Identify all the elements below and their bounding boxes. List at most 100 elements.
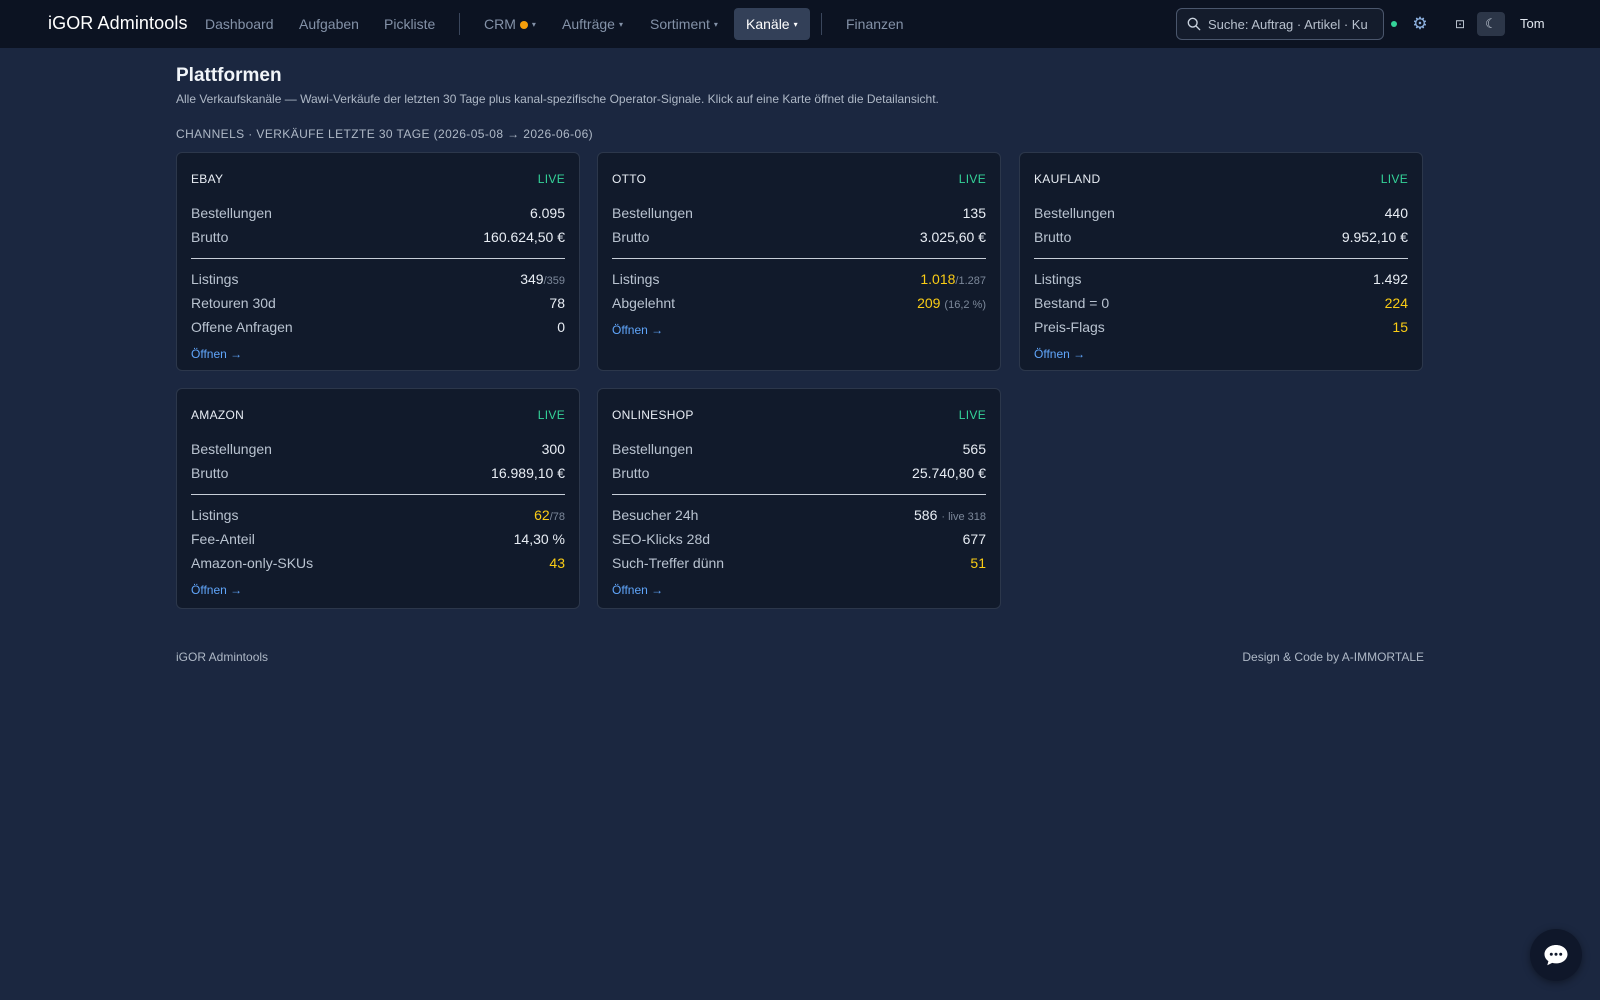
metric-label: Listings (612, 271, 660, 287)
channel-card-amazon[interactable]: AMAZON LIVE Bestellungen 300 Brutto 16.989,10… (176, 388, 580, 609)
nav-item-sortiment[interactable]: Sortiment ▾ (650, 0, 718, 48)
gear-icon[interactable]: ⚙ (1408, 8, 1432, 40)
metric-row: Preis-Flags 15 (1034, 315, 1408, 339)
card-divider (1034, 258, 1408, 259)
metric-value: 43 (549, 555, 565, 571)
metric-main-value: 1.492 (1372, 271, 1408, 287)
metric-value: 78 (549, 295, 565, 311)
metric-row: Bestand = 0 224 (1034, 291, 1408, 315)
metric-row: SEO-Klicks 28d 677 (612, 527, 986, 551)
channel-card-ebay[interactable]: EBAY LIVE Bestellungen 6.095 Brutto 160.624,5… (176, 152, 580, 371)
chevron-down-icon: ▾ (618, 20, 623, 30)
metric-row: Listings 349/359 (191, 267, 565, 291)
metric-value: 51 (970, 555, 986, 571)
metric-value: 586 · live 318 (914, 507, 986, 523)
metric-sub-value: · live 318 (941, 511, 986, 523)
metric-label: Offene Anfragen (191, 319, 293, 335)
gross-label: Brutto (191, 465, 229, 481)
metric-main-value: 14,30 % (513, 531, 565, 547)
card-divider (612, 494, 986, 495)
metric-sub-value: (16,2 %) (944, 299, 986, 311)
channel-card-otto[interactable]: OTTO LIVE Bestellungen 135 Brutto 3.025,60 € L… (597, 152, 1001, 371)
orders-row: Bestellungen 565 (612, 437, 986, 461)
channel-card-onlineshop[interactable]: ONLINESHOP LIVE Bestellungen 565 Brutto 25.74… (597, 388, 1001, 609)
nav-item-auftraege[interactable]: Aufträge ▾ (562, 0, 623, 48)
channel-card-kaufland[interactable]: KAUFLAND LIVE Bestellungen 440 Brutto 9.952,1… (1019, 152, 1423, 371)
gross-label: Brutto (612, 465, 650, 481)
nav-divider (821, 13, 822, 35)
metric-main-value: 62 (534, 507, 550, 523)
metric-main-value: 0 (557, 319, 565, 335)
nav-item-kanaele[interactable]: Kanäle ▾ (734, 8, 810, 40)
channel-name: OTTO (612, 171, 647, 186)
metric-row: Listings 62/78 (191, 503, 565, 527)
gross-value: 160.624,50 € (483, 229, 565, 245)
open-channel-link[interactable]: Öffnen → (612, 583, 663, 597)
live-status-badge: LIVE (537, 407, 565, 422)
chat-icon[interactable] (1530, 929, 1582, 981)
metric-value: 349/359 (520, 271, 565, 287)
metric-main-value: 1.018 (920, 271, 956, 287)
nav-item-crm-label: CRM (484, 16, 516, 32)
page-title: Plattformen (176, 65, 282, 86)
open-channel-link[interactable]: Öffnen → (1034, 347, 1085, 361)
user-menu[interactable]: Tom (1520, 16, 1545, 31)
open-channel-link[interactable]: Öffnen → (191, 583, 242, 597)
open-channel-link[interactable]: Öffnen → (191, 347, 242, 361)
card-header: ONLINESHOP LIVE (612, 389, 986, 437)
metric-row: Abgelehnt 209 (16,2 %) (612, 291, 986, 315)
chevron-down-icon: ▾ (713, 20, 718, 30)
metric-row: Listings 1.492 (1034, 267, 1408, 291)
gross-value: 25.740,80 € (912, 465, 986, 481)
open-channel-link[interactable]: Öffnen → (612, 323, 663, 337)
nav-item-kanaele-label: Kanäle (746, 16, 790, 32)
metric-value: 14,30 % (514, 531, 565, 547)
metric-label: Listings (191, 507, 239, 523)
orders-row: Bestellungen 135 (612, 201, 986, 225)
gross-row: Brutto 16.989,10 € (191, 461, 565, 485)
brand-logo[interactable]: iGOR Admintools (48, 13, 188, 34)
layout-icon[interactable]: ⊡ (1451, 8, 1469, 40)
channel-name: AMAZON (191, 407, 245, 422)
nav-item-dashboard[interactable]: Dashboard (205, 0, 274, 48)
gross-value: 3.025,60 € (919, 229, 986, 245)
orders-value: 6.095 (529, 205, 565, 221)
gross-row: Brutto 3.025,60 € (612, 225, 986, 249)
nav-item-pickliste[interactable]: Pickliste (384, 0, 435, 48)
metric-label: SEO-Klicks 28d (612, 531, 711, 547)
footer-brand: iGOR Admintools (176, 650, 269, 664)
live-status-badge: LIVE (1380, 171, 1408, 186)
orders-label: Bestellungen (612, 205, 693, 221)
orders-label: Bestellungen (191, 205, 272, 221)
metric-value: 15 (1392, 319, 1408, 335)
nav-item-aufgaben[interactable]: Aufgaben (299, 0, 359, 48)
nav-item-crm[interactable]: CRM ▾ (484, 0, 536, 48)
metric-label: Such-Treffer dünn (612, 555, 725, 571)
nav-item-finanzen[interactable]: Finanzen (846, 0, 904, 48)
chat-bubble-icon (1544, 945, 1568, 966)
orders-value: 565 (962, 441, 986, 457)
metric-main-value: 51 (970, 555, 986, 571)
nav-item-sortiment-label: Sortiment (650, 16, 710, 32)
card-header: EBAY LIVE (191, 153, 565, 201)
metric-value: 1.018/1.287 (920, 271, 986, 287)
section-label: CHANNELS · VERKÄUFE LETZTE 30 TAGE (2026… (176, 127, 594, 141)
metric-row: Such-Treffer dünn 51 (612, 551, 986, 575)
search-icon (1187, 17, 1201, 31)
metric-value: 209 (16,2 %) (917, 295, 986, 311)
metric-sub-value: /359 (543, 275, 565, 287)
search-box[interactable] (1176, 8, 1384, 40)
card-divider (191, 258, 565, 259)
moon-icon[interactable]: ☾ (1477, 12, 1505, 36)
gross-row: Brutto 160.624,50 € (191, 225, 565, 249)
orders-label: Bestellungen (612, 441, 693, 457)
nav-item-auftraege-label: Aufträge (562, 16, 615, 32)
orders-row: Bestellungen 6.095 (191, 201, 565, 225)
metric-main-value: 677 (962, 531, 986, 547)
orders-row: Bestellungen 440 (1034, 201, 1408, 225)
search-input[interactable] (1208, 16, 1368, 32)
metric-label: Retouren 30d (191, 295, 276, 311)
card-divider (191, 494, 565, 495)
metric-label: Fee-Anteil (191, 531, 255, 547)
metric-main-value: 349 (520, 271, 544, 287)
